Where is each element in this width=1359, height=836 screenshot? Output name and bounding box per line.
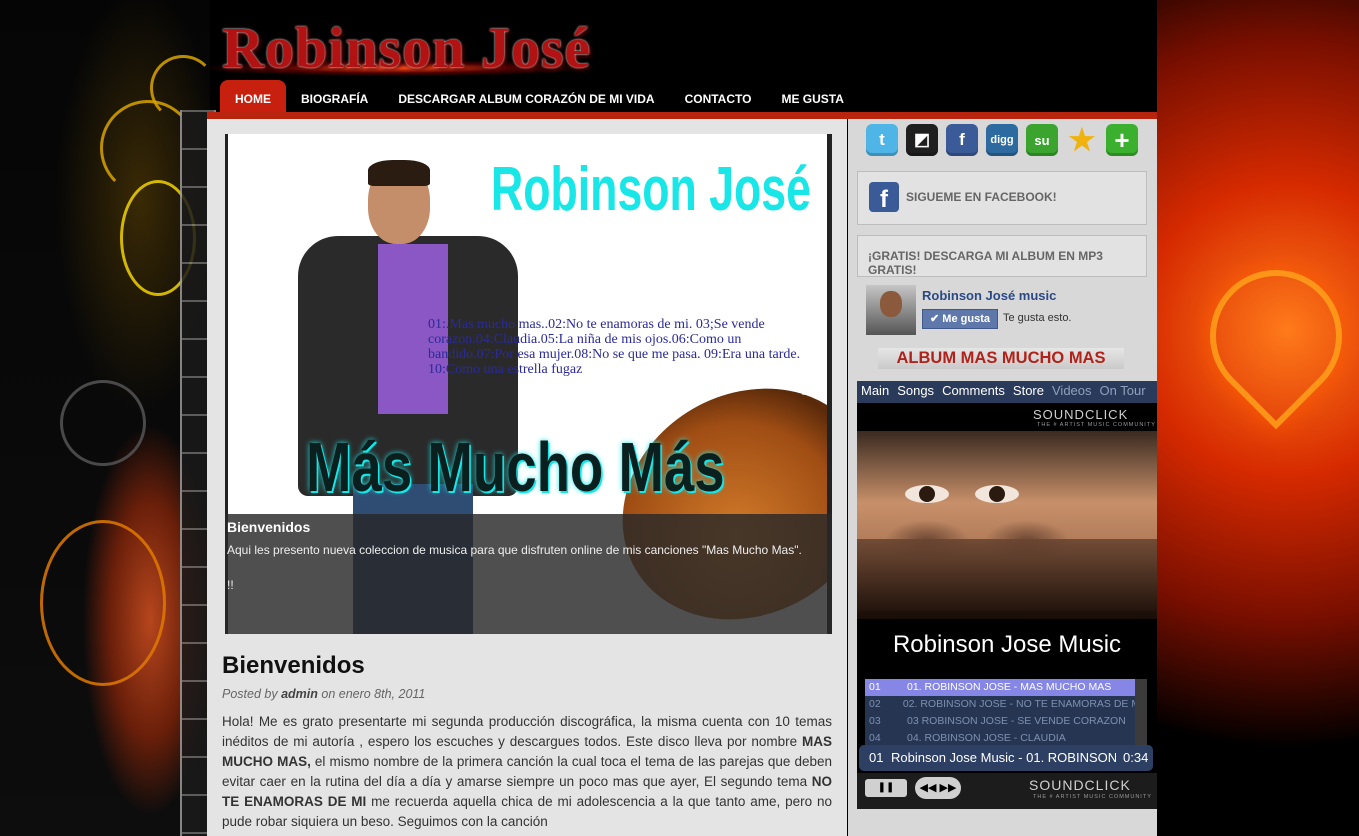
player-controls: ❚❚ ◀◀ ▶▶ SOUNDCLICK THE # ARTIST MUSIC C…	[857, 773, 1157, 809]
album-heading: ALBUM MAS MUCHO MAS	[878, 348, 1124, 369]
slide-caption: Bienvenidos Aqui les presento nueva cole…	[225, 514, 832, 634]
nav-biografia[interactable]: BIOGRAFÍA	[286, 80, 383, 112]
now-playing-time: 0:34	[1123, 750, 1149, 765]
facebook-follow-label: SIGUEME EN FACEBOOK!	[906, 190, 1057, 204]
player-tab-videos[interactable]: Videos	[1048, 381, 1096, 403]
twitter-icon[interactable]: t	[866, 124, 898, 156]
track-row[interactable]: 01 01. ROBINSON JOSE - MAS MUCHO MAS	[865, 679, 1143, 696]
like-button[interactable]: ✔ Me gusta	[922, 309, 998, 329]
tracklist-scrollbar[interactable]	[1135, 679, 1147, 747]
posted-by-label: Posted by	[222, 687, 282, 701]
social-share-icons: t ◩ f digg su ★ +	[866, 124, 1138, 157]
soundclick-logo[interactable]: SOUNDCLICK	[1033, 407, 1128, 422]
post-body: Hola! Me es grato presentarte mi segunda…	[222, 712, 832, 832]
track-title: 02. ROBINSON JOSE - NO TE ENAMORAS DE MI	[902, 698, 1143, 710]
site-title[interactable]: Robinson José	[222, 14, 591, 81]
slide-artist-name: Robinson José	[491, 155, 811, 224]
slide-album-title: Más Mucho Más	[306, 428, 725, 506]
prev-next-buttons[interactable]: ◀◀ ▶▶	[915, 777, 961, 799]
like-button-label: Me gusta	[942, 313, 990, 325]
artist-hair	[368, 160, 430, 186]
now-playing-number: 01	[869, 750, 884, 765]
post-date: on enero 8th, 2011	[317, 687, 426, 701]
eye-graphic	[975, 485, 1019, 503]
soundclick-player: Main Songs Comments Store Videos On Tour…	[857, 381, 1157, 809]
slide-tracklist: 01:.Mas mucho mas..02:No te enamoras de …	[428, 317, 801, 377]
caption-text: Aqui les presento nueva coleccion de mus…	[227, 543, 802, 557]
post-title[interactable]: Bienvenidos	[222, 652, 365, 680]
player-tab-songs[interactable]: Songs	[893, 381, 938, 403]
track-number: 03	[869, 715, 881, 727]
delicious-icon[interactable]: ◩	[906, 124, 938, 156]
slider-next-arrow[interactable]: ›	[800, 359, 815, 409]
featured-slider: Robinson José 01:.Mas mucho mas..02:No t…	[225, 134, 832, 634]
soundclick-tagline: THE # ARTIST MUSIC COMMUNITY	[1037, 422, 1156, 428]
player-tab-main[interactable]: Main	[857, 381, 893, 403]
player-photo-reflection	[857, 539, 1157, 619]
pause-button[interactable]: ❚❚	[865, 779, 907, 797]
like-page-name[interactable]: Robinson José music	[922, 288, 1056, 303]
soundclick-logo[interactable]: SOUNDCLICK	[1029, 777, 1131, 793]
eye-graphic	[905, 485, 949, 503]
player-tab-on-tour[interactable]: On Tour	[1096, 381, 1150, 403]
player-tabs: Main Songs Comments Store Videos On Tour	[857, 381, 1157, 403]
track-number: 01	[869, 681, 881, 693]
swirl-decoration	[40, 520, 166, 686]
now-playing-bar[interactable]: 01 Robinson Jose Music - 01. ROBINSON JO…	[859, 745, 1153, 771]
nav-home[interactable]: HOME	[220, 80, 286, 112]
post-body-text: Hola! Me es grato presentarte mi segunda…	[222, 714, 832, 749]
facebook-follow-box[interactable]: f SIGUEME EN FACEBOOK!	[857, 171, 1147, 225]
facebook-icon[interactable]: f	[946, 124, 978, 156]
player-artist-name: Robinson Jose Music	[892, 631, 1122, 658]
like-status-text: Te gusta esto.	[1003, 312, 1072, 324]
player-tab-comments[interactable]: Comments	[938, 381, 1009, 403]
nav-descargar-album[interactable]: DESCARGAR ALBUM CORAZÓN DE MI VIDA	[383, 80, 669, 112]
track-title: 01. ROBINSON JOSE - MAS MUCHO MAS	[907, 681, 1112, 693]
player-tab-store[interactable]: Store	[1009, 381, 1048, 403]
track-title: 03 ROBINSON JOSE - SE VENDE CORAZON	[907, 715, 1126, 727]
track-row[interactable]: 02 02. ROBINSON JOSE - NO TE ENAMORAS DE …	[865, 696, 1143, 713]
caption-title[interactable]: Bienvenidos	[227, 519, 310, 535]
swirl-decoration	[60, 380, 146, 466]
player-tracklist: 01 01. ROBINSON JOSE - MAS MUCHO MAS 02 02…	[865, 679, 1143, 747]
left-guitar-artwork	[0, 0, 216, 836]
slider-prev-arrow[interactable]: ‹	[227, 359, 242, 409]
nav-contacto[interactable]: CONTACTO	[670, 80, 767, 112]
right-flame-artwork	[1157, 0, 1359, 836]
nav-underline-bar	[207, 112, 1157, 119]
main-nav: HOME BIOGRAFÍA DESCARGAR ALBUM CORAZÓN D…	[220, 80, 859, 112]
post-body-text: el mismo nombre de la primera canción la…	[222, 754, 832, 789]
caption-extra: !!	[227, 578, 234, 592]
post-meta: Posted by admin on enero 8th, 2011	[222, 687, 425, 701]
soundclick-tagline: THE # ARTIST MUSIC COMMUNITY	[1033, 794, 1152, 800]
avatar[interactable]	[866, 285, 916, 335]
add-plus-icon[interactable]: +	[1106, 124, 1138, 156]
facebook-icon: f	[869, 182, 899, 213]
free-download-box[interactable]: ¡GRATIS! DESCARGA MI ALBUM EN MP3 GRATIS…	[857, 235, 1147, 277]
facebook-like-widget: Robinson José music ✔ Me gusta Te gusta …	[866, 285, 1146, 335]
free-download-label: ¡GRATIS! DESCARGA MI ALBUM EN MP3 GRATIS…	[868, 249, 1103, 277]
digg-icon[interactable]: digg	[986, 124, 1018, 156]
favorite-star-icon[interactable]: ★	[1066, 124, 1098, 157]
track-row[interactable]: 03 03 ROBINSON JOSE - SE VENDE CORAZON	[865, 713, 1143, 730]
stumbleupon-icon[interactable]: su	[1026, 124, 1058, 156]
now-playing-title: Robinson Jose Music - 01. ROBINSON JOSE …	[891, 750, 1116, 765]
nav-me-gusta[interactable]: ME GUSTA	[766, 80, 858, 112]
track-number: 02	[869, 698, 881, 710]
post-author[interactable]: admin	[281, 687, 318, 701]
